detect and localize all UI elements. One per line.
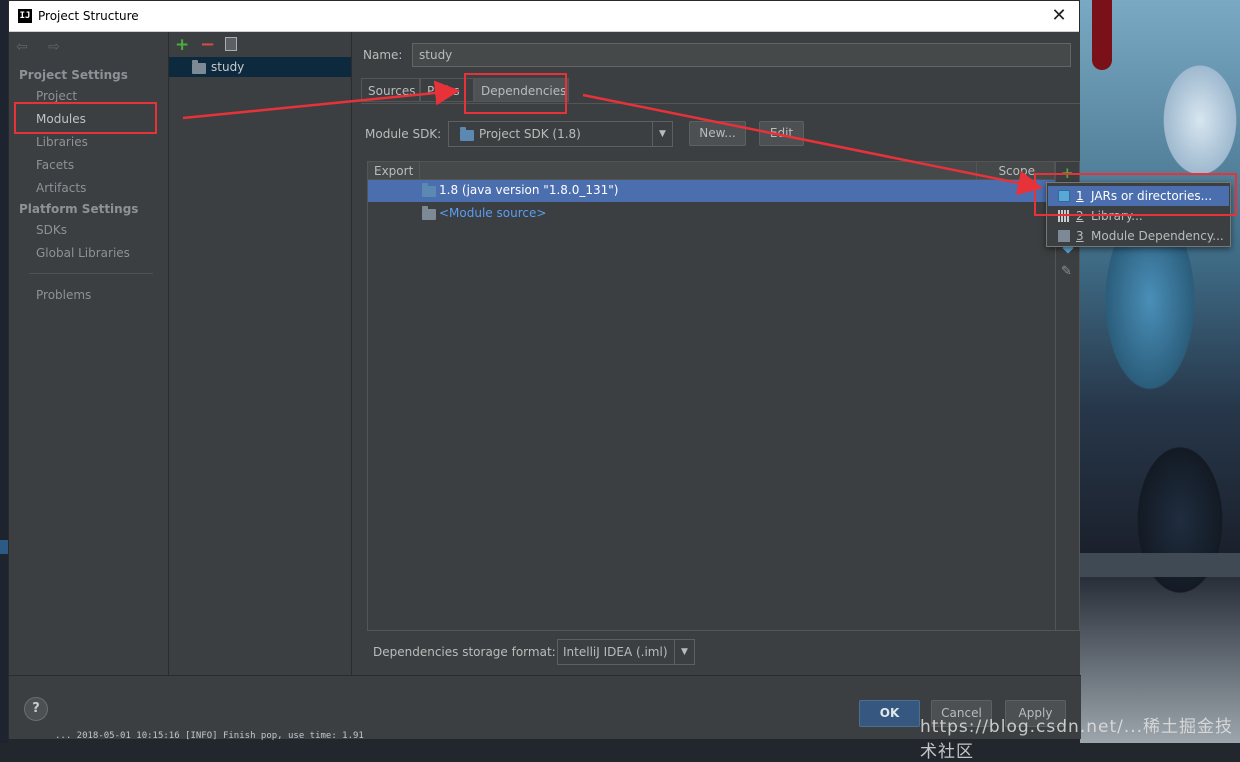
desktop-wallpaper [1080,0,1240,743]
tab-sources[interactable]: Sources [361,78,420,102]
background-window-left [0,0,8,743]
tab-dependencies[interactable]: Dependencies [474,78,569,102]
storage-format-select[interactable]: IntelliJ IDEA (.iml) ▼ [557,639,695,665]
module-name-input[interactable]: study [412,43,1071,67]
tree-item-label: study [211,60,245,74]
name-label: Name: [363,48,403,62]
module-sdk-value: Project SDK (1.8) [479,127,581,141]
module-source-folder-icon [422,206,436,220]
add-dependency-menu: 1 JARs or directories... 2 Library... 3 … [1046,182,1231,247]
module-sdk-label: Module SDK: [365,127,442,141]
nav-item-problems[interactable]: Problems [36,288,91,302]
chevron-down-icon: ▼ [674,640,694,664]
library-icon [1058,210,1070,222]
nav-item-modules[interactable]: Modules [36,112,86,126]
remove-module-icon[interactable]: − [200,34,215,55]
project-structure-dialog: IJ Project Structure ✕ ⇦ ⇨ Project Setti… [8,0,1081,739]
back-forward-icon[interactable]: ⇦ ⇨ [16,39,68,55]
intellij-icon: IJ [18,9,32,23]
column-item [420,162,977,180]
storage-format-value: IntelliJ IDEA (.iml) [563,645,668,659]
menu-item-jars[interactable]: 1 JARs or directories... [1048,186,1229,206]
tab-paths[interactable]: Paths [420,78,474,102]
nav-item-project[interactable]: Project [36,89,77,103]
ok-button[interactable]: OK [859,700,920,727]
dependency-label: <Module source> [439,206,547,220]
module-icon [1058,230,1070,242]
background-window-strip [1080,553,1240,577]
table-row[interactable]: 1.8 (java version "1.8.0_131") [368,180,1055,202]
add-dependency-icon[interactable]: + [1061,164,1074,182]
module-sdk-select[interactable]: Project SDK (1.8) ▼ [448,121,673,147]
module-settings-panel: Name: study Sources Paths Dependencies M… [353,32,1080,675]
nav-item-facets[interactable]: Facets [36,158,74,172]
dependencies-table: Export Scope 1.8 (java version "1.8.0_13… [367,161,1056,631]
sdk-folder-icon [460,127,474,141]
menu-item-library[interactable]: 2 Library... [1048,206,1229,226]
nav-divider [29,273,153,274]
wallpaper-detail [1092,0,1112,70]
edit-pencil-icon[interactable]: ✎ [1061,264,1072,279]
nav-header-platform-settings: Platform Settings [19,202,139,216]
column-export[interactable]: Export [368,162,420,180]
close-icon[interactable]: ✕ [1049,6,1069,26]
chevron-down-icon: ▼ [652,122,672,146]
settings-nav: ⇦ ⇨ Project Settings Project Modules Lib… [9,32,169,675]
sdk-folder-icon [422,183,436,197]
nav-item-artifacts[interactable]: Artifacts [36,181,86,195]
storage-format-label: Dependencies storage format: [373,645,556,659]
column-scope[interactable]: Scope [977,162,1055,180]
nav-item-libraries[interactable]: Libraries [36,135,88,149]
nav-header-project-settings: Project Settings [19,68,128,82]
new-sdk-button[interactable]: New... [689,121,746,146]
add-module-icon[interactable]: + [175,35,189,55]
window-title: Project Structure [38,9,139,23]
module-tree: + − study [169,32,352,675]
menu-item-module-dependency[interactable]: 3 Module Dependency... [1048,226,1229,246]
copy-module-icon[interactable] [225,37,237,51]
tab-divider [361,103,1080,104]
nav-item-global-libraries[interactable]: Global Libraries [36,246,130,260]
jar-icon [1058,190,1070,202]
dependency-label: 1.8 (java version "1.8.0_131") [439,183,619,197]
edit-sdk-button[interactable]: Edit [759,121,804,146]
title-bar: IJ Project Structure ✕ [9,1,1079,32]
tree-item-study[interactable]: study [169,57,351,77]
nav-item-sdks[interactable]: SDKs [36,223,67,237]
module-folder-icon [192,60,206,74]
help-icon[interactable]: ? [24,697,48,721]
table-row[interactable]: <Module source> [368,203,1055,225]
background-log-line: ... 2018-05-01 10:15:16 [INFO] Finish po… [55,731,364,741]
watermark: https://blog.csdn.net/...稀土掘金技术社区 [920,717,1234,762]
